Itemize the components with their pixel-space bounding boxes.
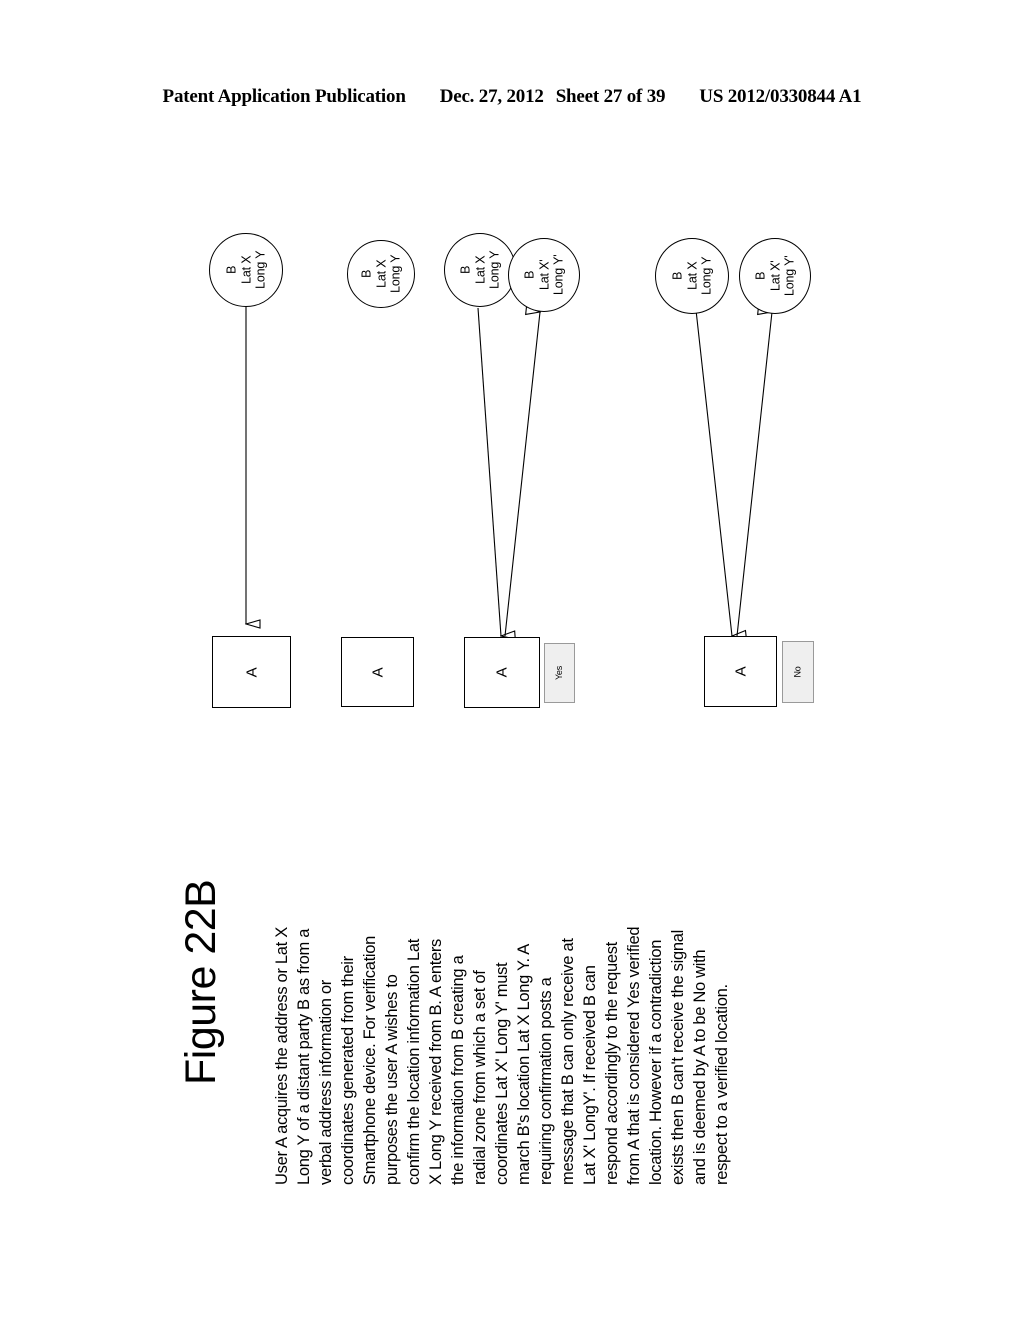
answer-box-no-label: No — [792, 666, 803, 678]
caption-line: exists then B can't receive the signal — [669, 930, 687, 1185]
connector-group-3 — [477, 308, 540, 636]
node-box-a-4-label: A — [732, 666, 749, 677]
caption-line: User A acquires the address or Lat X — [273, 927, 291, 1185]
caption-line: from A that is considered Yes verified — [625, 926, 643, 1185]
node-box-a-2-label: A — [369, 667, 386, 677]
caption-line: X Long Y received from B. A enters — [427, 938, 445, 1185]
node-box-a-2[interactable]: A — [341, 637, 414, 707]
caption-line: purposes the user A wishes to — [383, 974, 401, 1185]
caption-line: coordinates generated from their — [339, 956, 357, 1185]
figure-title: Figure 22B — [177, 879, 225, 1085]
node-circle-b-3b[interactable]: B Lat X' Long Y' — [508, 238, 580, 312]
node-circle-b-3b-text: B Lat X' Long Y' — [522, 254, 566, 296]
figure-caption-area: Figure 22B User A acquires the address o… — [0, 755, 1024, 1235]
node-box-a-3-label: A — [493, 667, 511, 678]
node-circle-b-4b-text: B Lat X' Long Y' — [753, 255, 797, 297]
caption-line: and is deemed by A to be No with — [691, 949, 709, 1185]
caption-line: the information from B creating a — [449, 955, 467, 1185]
caption-line: location. However if a contradiction — [647, 939, 665, 1185]
node-box-a-1-label: A — [243, 667, 260, 677]
caption-line: Long Y of a distant party B as from a — [295, 928, 313, 1185]
node-circle-b-4a[interactable]: B Lat X Long Y — [655, 238, 729, 314]
caption-line: coordinates Lat X' Long Y' must — [493, 962, 511, 1185]
node-circle-b-1[interactable]: B Lat X Long Y — [209, 233, 283, 307]
node-circle-b-2[interactable]: B Lat X Long Y — [347, 240, 415, 308]
answer-box-no[interactable]: No — [782, 641, 814, 703]
caption-line: respond accordingly to the request — [603, 942, 621, 1185]
caption-line: respect to a verified location. — [713, 984, 731, 1185]
caption-line: message that B can only receive at — [559, 938, 577, 1185]
caption-line: verbal address information or — [317, 980, 335, 1185]
caption-line: radial zone from which a set of — [471, 970, 489, 1185]
node-box-a-4[interactable]: A — [704, 636, 777, 707]
answer-box-yes-label: Yes — [554, 665, 565, 681]
node-circle-b-3a-text: B Lat X Long Y — [458, 250, 502, 290]
node-circle-b-2-text: B Lat X Long Y — [359, 254, 403, 294]
answer-box-yes[interactable]: Yes — [544, 643, 575, 703]
node-box-a-3[interactable]: A — [464, 637, 540, 708]
node-circle-b-4b[interactable]: B Lat X' Long Y' — [739, 238, 811, 314]
caption-line: Lat X' LongY'. If received B can — [581, 965, 599, 1185]
node-box-a-1[interactable]: A — [212, 636, 291, 708]
caption-line: Smartphone device. For verification — [361, 935, 379, 1185]
caption-line: confirm the location information Lat — [405, 939, 423, 1185]
node-circle-b-1-text: B Lat X Long Y — [224, 250, 268, 290]
caption-line: march B's location Lat X Long Y. A — [515, 944, 533, 1185]
node-circle-b-3a[interactable]: B Lat X Long Y — [444, 233, 516, 307]
connector-group-4 — [695, 310, 772, 636]
node-circle-b-4a-text: B Lat X Long Y — [670, 256, 714, 296]
caption-line: requiring confirmation posts a — [537, 977, 555, 1185]
